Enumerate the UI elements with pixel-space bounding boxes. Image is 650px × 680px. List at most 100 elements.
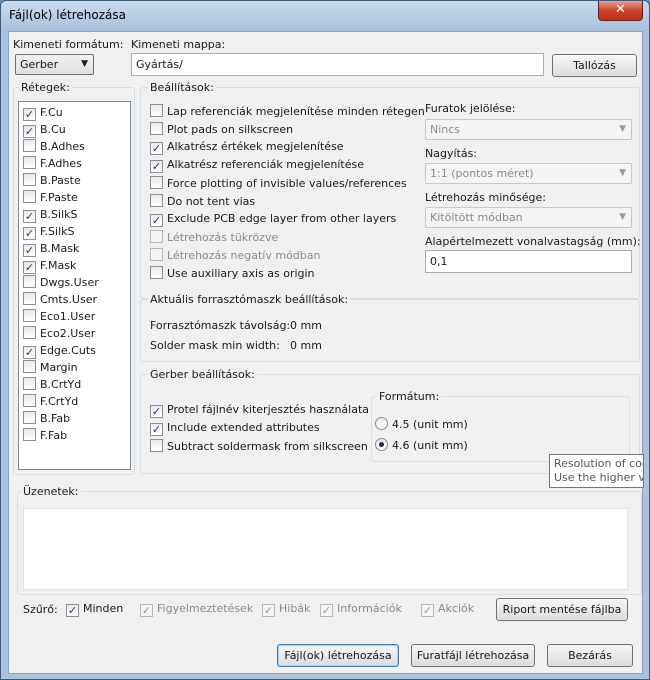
checkbox-checked-icon[interactable]: ✓ [150, 423, 163, 436]
settings-option[interactable]: ✓ Alkatrész referenciák megjelenítése [150, 158, 364, 174]
layer-item[interactable]: F.CrtYd [23, 394, 78, 411]
checkbox-checked-icon[interactable]: ✓ [320, 604, 333, 617]
plot-button[interactable]: Fájl(ok) létrehozása [277, 644, 399, 667]
settings-option[interactable]: Létrehozás tükrözve [150, 230, 278, 246]
format-radio[interactable]: 4.6 (unit mm) [375, 438, 468, 454]
checkbox-checked-icon[interactable]: ✓ [150, 405, 163, 418]
checkbox-unchecked-icon[interactable] [150, 194, 163, 207]
plot-mode-select[interactable]: Kitöltött módban ▼ [425, 207, 632, 228]
messages-label: Üzenetek: [21, 485, 81, 498]
checkbox-unchecked-icon[interactable] [150, 104, 163, 117]
drill-marks-select[interactable]: Nincs ▼ [425, 119, 632, 140]
checkbox-unchecked-icon[interactable] [23, 411, 36, 424]
checkbox-unchecked-icon[interactable] [23, 173, 36, 186]
checkbox-checked-icon[interactable]: ✓ [66, 604, 79, 617]
layer-item[interactable]: Eco2.User [23, 326, 95, 343]
layer-item[interactable]: ✓ B.Mask [23, 241, 79, 258]
settings-option[interactable]: Lap referenciák megjelenítése minden rét… [150, 104, 425, 120]
checkbox-unchecked-icon[interactable] [150, 439, 163, 452]
checkbox-unchecked-icon[interactable] [23, 326, 36, 339]
checkbox-unchecked-icon[interactable] [23, 156, 36, 169]
messages-area[interactable] [23, 508, 628, 590]
layer-item[interactable]: ✓ F.Mask [23, 258, 76, 275]
layer-item[interactable]: ✓ F.SilkS [23, 224, 75, 241]
checkbox-unchecked-icon[interactable] [150, 176, 163, 189]
checkbox-checked-icon[interactable]: ✓ [150, 160, 163, 173]
checkbox-unchecked-icon[interactable] [23, 428, 36, 441]
gerber-option[interactable]: ✓ Protel fájlnév kiterjesztés használata [150, 403, 369, 419]
settings-option[interactable]: Létrehozás negatív módban [150, 248, 320, 264]
filter-option[interactable]: ✓ Információk [320, 602, 402, 618]
layer-item[interactable]: Margin [23, 360, 78, 377]
layer-item[interactable]: F.Adhes [23, 156, 82, 173]
checkbox-checked-icon[interactable]: ✓ [23, 244, 36, 257]
layer-item[interactable]: Cmts.User [23, 292, 97, 309]
layer-item[interactable]: B.CrtYd [23, 377, 81, 394]
checkbox-unchecked-icon[interactable] [23, 139, 36, 152]
settings-option[interactable]: ✓ Exclude PCB edge layer from other layer… [150, 212, 396, 228]
settings-option[interactable]: Plot pads on silkscreen [150, 122, 293, 138]
checkbox-checked-icon[interactable]: ✓ [421, 604, 434, 617]
filter-option[interactable]: ✓ Akciók [421, 602, 474, 618]
checkbox-checked-icon[interactable]: ✓ [150, 214, 163, 227]
layer-item[interactable]: ✓ B.Cu [23, 122, 66, 139]
checkbox-unchecked-icon[interactable] [23, 309, 36, 322]
soldermask-min-width-value: 0 mm [290, 339, 322, 352]
layer-item[interactable]: B.Fab [23, 411, 70, 428]
browse-button[interactable]: Tallózás [552, 54, 637, 77]
gerber-option[interactable]: Subtract soldermask from silkscreen [150, 439, 368, 455]
checkbox-checked-icon[interactable]: ✓ [23, 125, 36, 138]
checkbox-unchecked-icon[interactable] [150, 248, 163, 261]
checkbox-checked-icon[interactable]: ✓ [140, 604, 153, 617]
checkbox-unchecked-icon[interactable] [23, 360, 36, 373]
settings-option[interactable]: Force plotting of invisible values/refer… [150, 176, 407, 192]
radio-selected-icon[interactable] [375, 438, 388, 451]
layer-item[interactable]: F.Fab [23, 428, 67, 445]
filter-option[interactable]: ✓ Minden [66, 602, 123, 618]
layer-item[interactable]: Dwgs.User [23, 275, 99, 292]
output-format-select[interactable]: Gerber ▼ [15, 54, 94, 75]
layer-item[interactable]: B.Adhes [23, 139, 85, 156]
checkbox-checked-icon[interactable]: ✓ [23, 261, 36, 274]
layer-item[interactable]: Eco1.User [23, 309, 95, 326]
filter-option[interactable]: ✓ Hibák [262, 602, 310, 618]
checkbox-unchecked-icon[interactable] [150, 122, 163, 135]
gerber-option[interactable]: ✓ Include extended attributes [150, 421, 320, 437]
layer-list[interactable]: ✓ F.Cu ✓ B.Cu B.Adhes F.Adhes B.Paste F.Paste ✓ B… [18, 101, 131, 470]
radio-unselected-icon[interactable] [375, 417, 388, 430]
checkbox-unchecked-icon[interactable] [23, 377, 36, 390]
checkbox-checked-icon[interactable]: ✓ [150, 142, 163, 155]
output-dir-input[interactable]: Gyártás/ [131, 53, 544, 76]
checkbox-unchecked-icon[interactable] [23, 292, 36, 305]
line-width-input[interactable]: 0,1 [425, 250, 632, 273]
format-radio[interactable]: 4.5 (unit mm) [375, 417, 468, 433]
layer-item[interactable]: F.Paste [23, 190, 78, 207]
checkbox-unchecked-icon[interactable] [150, 230, 163, 243]
title-bar[interactable]: Fájl(ok) létrehozása ✕ [1, 1, 649, 31]
checkbox-checked-icon[interactable]: ✓ [262, 604, 275, 617]
checkbox-unchecked-icon[interactable] [23, 190, 36, 203]
settings-option[interactable]: ✓ Alkatrész értékek megjelenítése [150, 140, 344, 156]
checkbox-unchecked-icon[interactable] [150, 266, 163, 279]
line-width-label: Alapértelmezett vonalvastagság (mm): [425, 235, 641, 248]
save-report-button[interactable]: Riport mentése fájlba [496, 598, 628, 621]
settings-option[interactable]: Use auxiliary axis as origin [150, 266, 315, 282]
checkbox-unchecked-icon[interactable] [23, 394, 36, 407]
layer-item[interactable]: ✓ Edge.Cuts [23, 343, 96, 360]
checkbox-checked-icon[interactable]: ✓ [23, 346, 36, 359]
close-window-button[interactable]: ✕ [598, 1, 643, 21]
layer-item[interactable]: ✓ B.SilkS [23, 207, 78, 224]
checkbox-unchecked-icon[interactable] [23, 275, 36, 288]
generate-drill-file-button[interactable]: Furatfájl létrehozása [411, 644, 535, 667]
checkbox-checked-icon[interactable]: ✓ [23, 227, 36, 240]
scale-select[interactable]: 1:1 (pontos méret) ▼ [425, 163, 632, 184]
layer-item[interactable]: ✓ F.Cu [23, 105, 63, 122]
layer-item-label: Eco1.User [40, 310, 96, 323]
close-button[interactable]: Bezárás [547, 644, 633, 667]
layer-item[interactable]: B.Paste [23, 173, 81, 190]
checkbox-checked-icon[interactable]: ✓ [23, 108, 36, 121]
checkbox-checked-icon[interactable]: ✓ [23, 210, 36, 223]
filter-option[interactable]: ✓ Figyelmeztetések [140, 602, 253, 618]
settings-option[interactable]: Do not tent vias [150, 194, 255, 210]
output-format-label: Kimeneti formátum: [13, 38, 124, 51]
